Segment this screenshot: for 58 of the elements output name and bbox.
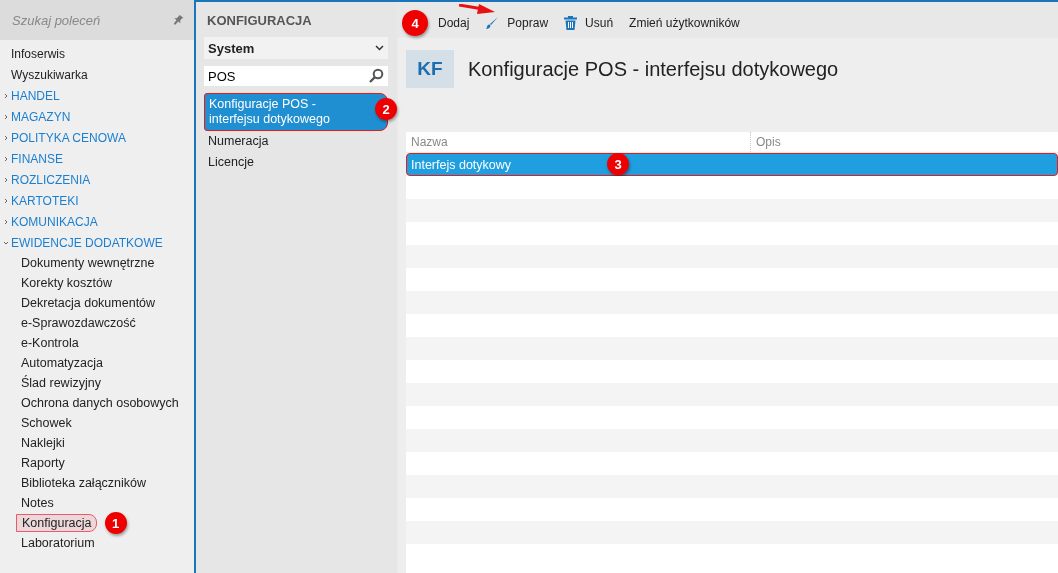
menu-group[interactable]: KARTOTEKI — [11, 193, 79, 208]
search-icon[interactable] — [368, 68, 384, 84]
menu-item[interactable]: Automatyzacja — [16, 355, 107, 371]
menu-item[interactable]: Konfiguracja — [16, 514, 97, 532]
toolbar-button[interactable]: Usuń — [560, 14, 618, 32]
chevron-right-icon[interactable] — [3, 92, 9, 99]
menu-item[interactable]: Ochrona danych osobowych — [16, 395, 183, 411]
menu-item[interactable]: Ślad rewizyjny — [16, 375, 105, 391]
menu-item[interactable]: e-Kontrola — [16, 335, 83, 351]
panel-title: KONFIGURACJA — [207, 13, 313, 28]
menu-item[interactable]: Laboratorium — [16, 535, 99, 551]
menu-item[interactable]: Raporty — [16, 455, 69, 471]
toolbar-button[interactable]: Popraw — [481, 14, 553, 32]
chevron-right-icon[interactable] — [3, 134, 9, 141]
menu-item[interactable]: Notes — [16, 495, 58, 511]
menu-item[interactable]: Schowek — [16, 415, 76, 431]
list-item[interactable]: Numeracja — [204, 131, 388, 152]
number-marker: 4 — [402, 10, 428, 36]
number-marker: 3 — [607, 153, 629, 175]
chevron-right-icon[interactable] — [3, 218, 9, 225]
chevron-right-icon[interactable] — [3, 197, 9, 204]
chevron-down-icon[interactable] — [3, 239, 9, 246]
chevron-right-icon[interactable] — [3, 155, 9, 162]
number-marker: 2 — [375, 98, 397, 120]
menu-item[interactable]: Biblioteka załączników — [16, 475, 151, 491]
menu-item[interactable]: Dokumenty wewnętrzne — [16, 255, 159, 271]
menu-group[interactable]: ROZLICZENIA — [11, 172, 91, 187]
menu-item[interactable]: Naklejki — [16, 435, 69, 451]
pin-icon[interactable] — [172, 14, 184, 26]
table-row[interactable]: Interfejs dotykowy 3 — [406, 153, 1058, 176]
number-marker: 1 — [104, 512, 127, 534]
chevron-right-icon[interactable] — [3, 176, 9, 183]
trash-icon — [564, 16, 578, 30]
menu-group[interactable]: KOMUNIKACJA — [11, 214, 98, 229]
menu-item[interactable]: Korekty kosztów — [16, 275, 116, 291]
menu-item[interactable]: Wyszukiwarka — [11, 67, 88, 82]
menu-group[interactable]: POLITYKA CENOWA — [11, 130, 126, 145]
menu-group[interactable]: HANDEL — [11, 88, 60, 103]
column-header[interactable]: Nazwa — [406, 132, 751, 152]
menu-item[interactable]: Infoserwis — [11, 46, 66, 61]
chevron-right-icon[interactable] — [3, 113, 9, 120]
search-box[interactable]: POS — [204, 66, 388, 86]
search-field[interactable]: Szukaj poleceń — [12, 12, 172, 28]
page-title: Konfiguracje POS - interfejsu dotykowego — [468, 57, 839, 81]
menu-group[interactable]: FINANSE — [11, 151, 63, 166]
menu-item[interactable]: Dekretacja dokumentów — [16, 295, 160, 311]
module-badge: KF — [406, 50, 454, 88]
toolbar-button[interactable]: Zmień użytkowników — [625, 14, 744, 32]
column-header[interactable]: Opis — [751, 132, 786, 152]
toolbar-button[interactable]: Dodaj — [434, 14, 474, 32]
brush-icon — [485, 16, 500, 30]
menu-group[interactable]: MAGAZYN — [11, 109, 71, 124]
menu-group[interactable]: EWIDENCJE DODATKOWE — [11, 235, 163, 250]
dropdown[interactable]: System — [204, 37, 388, 59]
list-item[interactable]: Licencje — [204, 152, 388, 173]
menu-item[interactable]: e-Sprawozdawczość — [16, 315, 140, 331]
chevron-down-icon — [375, 45, 384, 51]
search-bar[interactable]: Szukaj poleceń — [0, 0, 194, 40]
